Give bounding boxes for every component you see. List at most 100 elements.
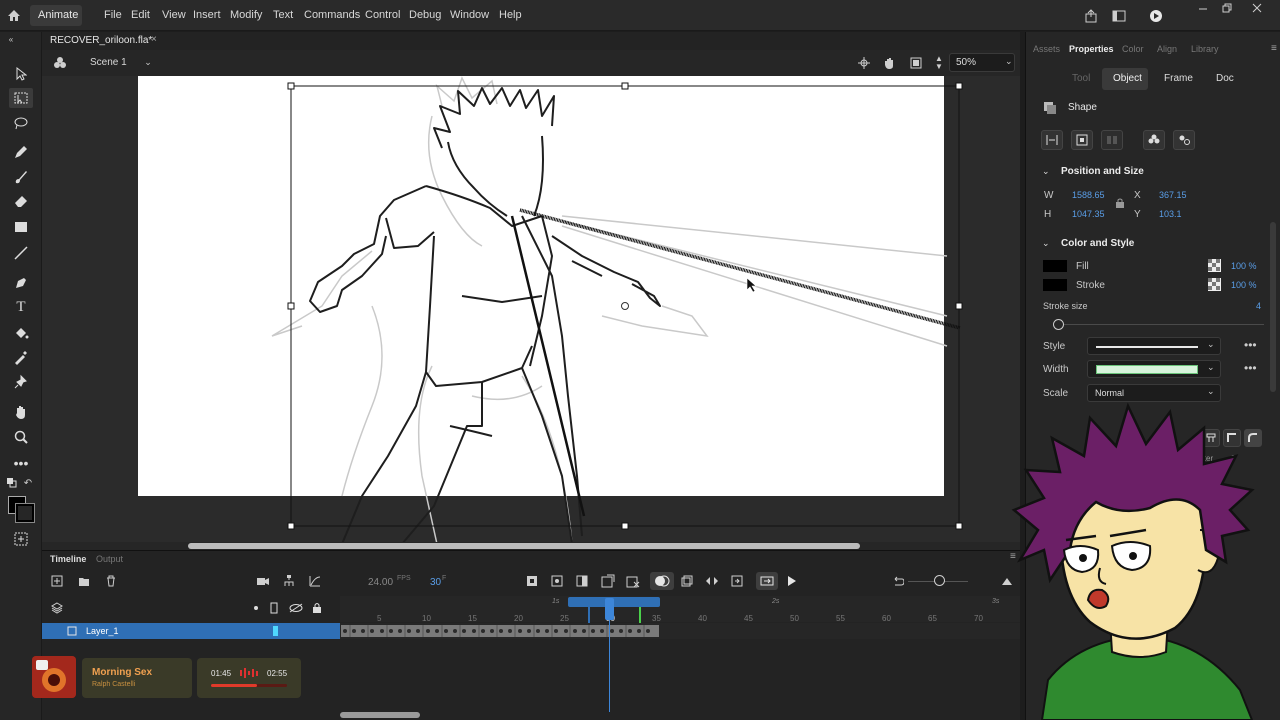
home-icon[interactable] — [6, 8, 22, 22]
new-folder-icon[interactable] — [77, 574, 91, 588]
time-ruler[interactable] — [340, 596, 1020, 622]
paint-bucket-tool-icon[interactable] — [12, 324, 30, 342]
scene-dropdown-chevron-down-icon[interactable]: ⌄ — [142, 56, 154, 68]
pen-tool-icon[interactable] — [12, 274, 30, 292]
timeline-scroll-thumb[interactable] — [340, 712, 420, 718]
stroke-alpha-checker-icon[interactable] — [1208, 278, 1221, 291]
selection-tool-icon[interactable] — [12, 65, 30, 83]
x-value[interactable]: 367.15 — [1159, 190, 1187, 200]
position-size-title[interactable]: Position and Size — [1061, 166, 1144, 177]
loop-icon[interactable] — [705, 574, 719, 588]
highlight-layers-icon[interactable] — [254, 606, 258, 610]
tab-timeline[interactable]: Timeline — [50, 554, 86, 564]
stroke-size-slider-track[interactable] — [1058, 324, 1264, 325]
layers-icon[interactable] — [50, 601, 64, 615]
restore-icon[interactable] — [1220, 2, 1234, 14]
default-colors-icon[interactable] — [6, 478, 18, 488]
current-frame-value[interactable]: 30 — [430, 577, 441, 588]
paste-frames-icon[interactable] — [600, 573, 616, 589]
outline-layers-icon[interactable] — [268, 602, 280, 614]
style-options-icon[interactable]: ••• — [1244, 338, 1257, 352]
center-stage-icon[interactable] — [856, 55, 872, 71]
menu-window[interactable]: Window — [450, 9, 489, 21]
undo-history-icon[interactable] — [891, 574, 905, 588]
width-options-icon[interactable]: ••• — [1244, 361, 1257, 375]
close-tab-icon[interactable]: × — [151, 34, 157, 45]
swap-colors-icon[interactable]: ↶ — [22, 478, 34, 489]
clear-frames-icon[interactable] — [625, 573, 641, 589]
w-value[interactable]: 1588.65 — [1072, 190, 1105, 200]
fill-alpha-checker-icon[interactable] — [1208, 259, 1221, 272]
subtab-frame[interactable]: Frame — [1164, 73, 1193, 84]
zoom-tool-icon[interactable] — [12, 428, 30, 446]
menu-modify[interactable]: Modify — [230, 9, 262, 21]
insert-frame-icon[interactable] — [575, 574, 589, 588]
properties-scrollbar[interactable] — [1270, 222, 1276, 392]
color-style-title[interactable]: Color and Style — [1061, 238, 1134, 249]
menu-control[interactable]: Control — [365, 9, 400, 21]
workspace-icon[interactable] — [1111, 8, 1127, 24]
layer-color-indicator[interactable] — [273, 626, 278, 636]
now-playing-card[interactable]: Morning Sex Ralph Castelli — [82, 658, 192, 698]
minimize-icon[interactable] — [1196, 2, 1210, 14]
graph-icon[interactable] — [308, 574, 322, 588]
line-tool-icon[interactable] — [12, 244, 30, 262]
more-tools-icon[interactable]: ••• — [12, 455, 30, 471]
distribute-button[interactable] — [1101, 130, 1123, 150]
subtab-doc[interactable]: Doc — [1216, 73, 1234, 84]
menu-debug[interactable]: Debug — [409, 9, 441, 21]
delete-layer-icon[interactable] — [104, 574, 118, 588]
layer-name[interactable]: Layer_1 — [86, 626, 119, 636]
panel-menu-icon[interactable]: ≡ — [1271, 43, 1277, 54]
keyframes[interactable] — [341, 625, 659, 637]
onion-skin-range[interactable] — [568, 597, 660, 607]
free-transform-tool-icon[interactable] — [9, 88, 33, 108]
onion-end-marker[interactable] — [639, 607, 641, 623]
stroke-alpha[interactable]: 100 % — [1231, 280, 1257, 290]
stage-horizontal-scrollbar[interactable] — [42, 542, 1020, 550]
stroke-swatch[interactable] — [1043, 279, 1067, 291]
lock-icon[interactable] — [1115, 197, 1125, 209]
playback-card[interactable]: 01:45 02:55 — [197, 658, 301, 698]
fps-value[interactable]: 24.00 — [368, 577, 393, 588]
album-art[interactable] — [32, 656, 76, 698]
lasso-tool-icon[interactable] — [12, 114, 30, 132]
stroke-size-slider-handle[interactable] — [1053, 319, 1064, 330]
eraser-tool-icon[interactable] — [12, 192, 30, 210]
layer-row[interactable]: Layer_1 — [42, 623, 340, 639]
menu-help[interactable]: Help — [499, 9, 522, 21]
menu-text[interactable]: Text — [273, 9, 293, 21]
menu-insert[interactable]: Insert — [193, 9, 221, 21]
fill-alpha[interactable]: 100 % — [1231, 261, 1257, 271]
lock-layers-icon[interactable] — [311, 602, 323, 614]
width-select[interactable]: ⌄ — [1087, 360, 1221, 378]
frame-size-slider-handle[interactable] — [934, 575, 945, 586]
menu-file[interactable]: File — [104, 9, 122, 21]
match-size-button[interactable] — [1071, 130, 1093, 150]
sync-icon[interactable] — [730, 574, 744, 588]
loop-playback-button[interactable] — [756, 572, 778, 590]
menu-commands[interactable]: Commands — [304, 9, 360, 21]
clip-stage-icon[interactable] — [908, 55, 924, 71]
brush-tool-icon[interactable] — [12, 168, 30, 186]
close-window-icon[interactable] — [1250, 2, 1264, 14]
chevron-down-icon[interactable]: ⌄ — [1042, 238, 1050, 249]
align-button[interactable] — [1041, 130, 1063, 150]
new-layer-icon[interactable] — [50, 574, 64, 588]
stroke-size-value[interactable]: 4 — [1256, 301, 1261, 311]
chevron-down-icon[interactable]: ⌄ — [1042, 166, 1050, 177]
zoom-select[interactable]: 50% ⌄ — [949, 53, 1015, 72]
document-tab-title[interactable]: RECOVER_oriloon.fla* — [50, 35, 152, 46]
h-value[interactable]: 1047.35 — [1072, 209, 1105, 219]
zoom-stepper-icon[interactable]: ▲ ▼ — [933, 53, 945, 73]
stage-scroll-thumb[interactable] — [188, 543, 860, 549]
edit-scene-icon[interactable] — [52, 55, 68, 71]
progress-track[interactable] — [211, 684, 287, 687]
subtab-object-bg[interactable]: Object — [1102, 68, 1148, 90]
menu-edit[interactable]: Edit — [131, 9, 150, 21]
tab-properties[interactable]: Properties — [1069, 44, 1114, 54]
break-apart-button[interactable] — [1173, 130, 1195, 150]
stage-area[interactable] — [42, 76, 1020, 544]
pencil-tool-icon[interactable] — [12, 143, 30, 161]
playhead-handle[interactable] — [605, 598, 614, 620]
